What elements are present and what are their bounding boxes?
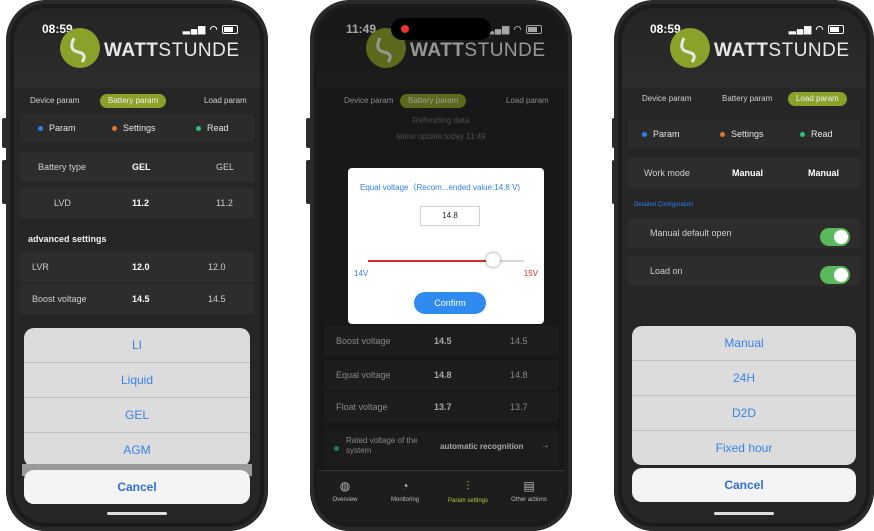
- signal-wifi-battery-icon: ▂▄▆ ◠: [183, 24, 238, 35]
- tab-battery-param[interactable]: Battery param: [100, 94, 167, 108]
- equal-voltage-dialog: Equal voltage（Recom...ended value:14.8 V…: [348, 168, 544, 324]
- sliders-icon: ⫶: [466, 479, 470, 493]
- work-mode-row[interactable]: Work mode Manual Manual: [628, 158, 860, 188]
- signal-wifi-battery-icon: ▂▄▆ ◠: [789, 24, 844, 35]
- option-24h[interactable]: 24H: [632, 361, 856, 396]
- settings-dot-icon: [112, 126, 117, 132]
- option-manual[interactable]: Manual: [632, 326, 856, 361]
- param-dot-icon: [642, 132, 647, 138]
- slider-fill: [368, 260, 493, 262]
- dynamic-island: [391, 18, 491, 40]
- recording-indicator-icon: [401, 25, 409, 33]
- confirm-button[interactable]: Confirm: [414, 292, 486, 314]
- phone-battery-type-picker: 08:59 ▂▄▆ ◠ WATTSTUNDE Device param Batt…: [6, 0, 268, 531]
- param-dot-icon: [38, 126, 43, 132]
- tab-load-param[interactable]: Load param: [788, 92, 847, 106]
- lvd-row[interactable]: LVD 11.2 11.2: [20, 188, 254, 218]
- phone-equal-voltage-dialog: 11:49 ▂▄▆ ◠ WATTSTUNDE Device param Batt…: [310, 0, 572, 531]
- advanced-settings-title[interactable]: advanced settings: [28, 234, 107, 244]
- slider-min-label: 14V: [354, 269, 369, 278]
- legend: Param Settings Read: [20, 114, 254, 142]
- cancel-button[interactable]: Cancel: [24, 470, 250, 504]
- load-on-row: Load on: [628, 256, 860, 286]
- home-indicator: [714, 512, 774, 515]
- option-gel[interactable]: GEL: [24, 398, 250, 433]
- nav-param-settings[interactable]: ⫶ Param settings: [440, 479, 496, 504]
- nav-overview[interactable]: ◍ Overview: [320, 479, 370, 503]
- screen: 08:59 ▂▄▆ ◠ WATTSTUNDE Device param Batt…: [622, 8, 866, 523]
- screen: 11:49 ▂▄▆ ◠ WATTSTUNDE Device param Batt…: [318, 8, 564, 523]
- bottom-nav: ◍ Overview ◔ Monitoring ⫶ Param settings ▤ O…: [318, 470, 564, 523]
- battery-type-action-sheet: LI Liquid GEL AGM: [24, 328, 250, 467]
- voltage-slider[interactable]: [368, 253, 524, 267]
- detailed-configuration-label: Detailed Configuration: [634, 202, 694, 208]
- settings-dot-icon: [720, 132, 725, 138]
- monitoring-icon: ◔: [401, 479, 409, 493]
- lvr-row[interactable]: LVR 12.0 12.0: [20, 252, 254, 282]
- cancel-button[interactable]: Cancel: [632, 468, 856, 502]
- home-indicator: [107, 512, 167, 515]
- tab-device-param[interactable]: Device param: [22, 94, 87, 108]
- nav-other-actions[interactable]: ▤ Other actions: [504, 479, 554, 503]
- tab-battery-param[interactable]: Battery param: [714, 92, 780, 106]
- option-li[interactable]: LI: [24, 328, 250, 363]
- nav-monitoring[interactable]: ◔ Monitoring: [380, 479, 430, 503]
- option-fixed-hour[interactable]: Fixed hour: [632, 431, 856, 465]
- slider-knob[interactable]: [485, 253, 500, 267]
- manual-default-open-toggle[interactable]: [820, 228, 850, 246]
- load-on-toggle[interactable]: [820, 266, 850, 284]
- read-dot-icon: [196, 126, 201, 132]
- param-tabs: Device param Battery param Load param: [14, 94, 260, 110]
- manual-default-open-row: Manual default open: [628, 218, 860, 248]
- phone-work-mode-picker: 08:59 ▂▄▆ ◠ WATTSTUNDE Device param Batt…: [614, 0, 874, 531]
- slider-max-label: 15V: [523, 269, 538, 278]
- work-mode-action-sheet: Manual 24H D2D Fixed hour: [632, 326, 856, 465]
- battery-type-row[interactable]: Battery type GEL GEL: [20, 152, 254, 182]
- param-tabs: Device param Battery param Load param: [622, 92, 866, 108]
- logo-mark-icon: [670, 28, 710, 68]
- logo-mark-icon: [60, 28, 100, 68]
- tab-load-param[interactable]: Load param: [196, 94, 255, 108]
- other-actions-icon: ▤: [523, 479, 535, 493]
- boost-voltage-row[interactable]: Boost voltage 14.5 14.5: [20, 284, 254, 314]
- option-d2d[interactable]: D2D: [632, 396, 856, 431]
- option-agm[interactable]: AGM: [24, 433, 250, 467]
- screen: 08:59 ▂▄▆ ◠ WATTSTUNDE Device param Batt…: [14, 8, 260, 523]
- option-liquid[interactable]: Liquid: [24, 363, 250, 398]
- tab-device-param[interactable]: Device param: [634, 92, 699, 106]
- dialog-title: Equal voltage（Recom...ended value:14.8 V…: [360, 183, 521, 192]
- read-dot-icon: [800, 132, 805, 138]
- voltage-value-input[interactable]: 14.8: [420, 206, 480, 226]
- legend: Param Settings Read: [628, 120, 860, 148]
- overview-icon: ◍: [339, 479, 351, 493]
